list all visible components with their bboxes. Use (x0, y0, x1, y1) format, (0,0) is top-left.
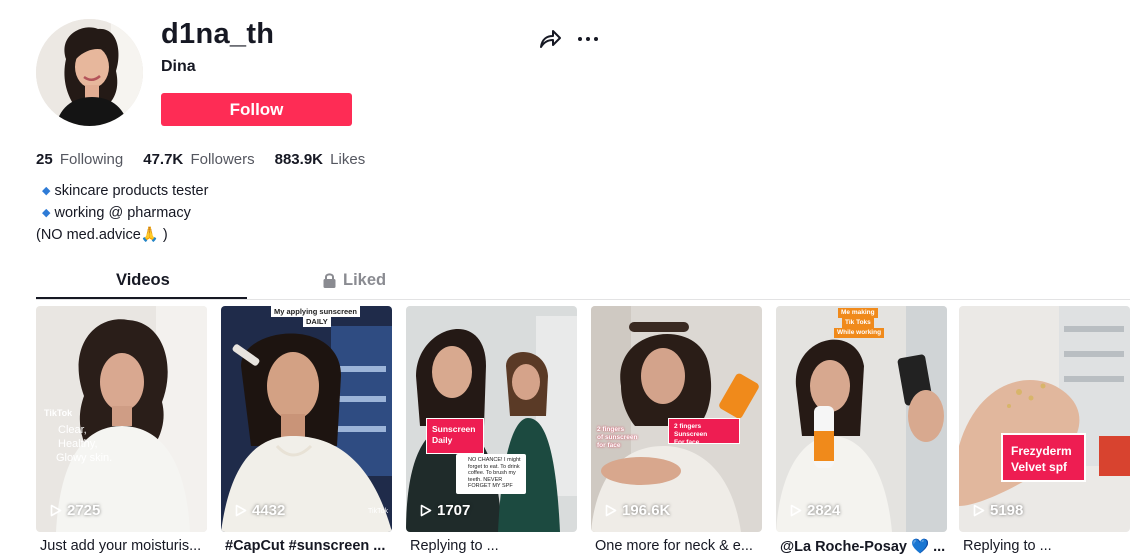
tiktok-watermark: TikTok (368, 508, 388, 515)
video-caption[interactable]: Replying to ... (410, 538, 581, 554)
overlay-label: DAILY (303, 316, 331, 327)
tiktok-watermark: TikTok (44, 408, 73, 418)
view-count: 2824 (790, 502, 840, 519)
play-icon (973, 504, 985, 517)
view-count-text: 1707 (437, 502, 471, 519)
overlay-text: Clear, (58, 424, 87, 436)
stat-followers[interactable]: 47.7K Followers (143, 151, 254, 168)
diamond-icon: ◆ (42, 207, 51, 219)
followers-label: Followers (190, 151, 255, 168)
bio: ◆ skincare products tester ◆ working @ pha… (36, 181, 208, 246)
bio-line-text: skincare products tester (54, 183, 209, 199)
overlay-box: Sunscreen Daily (426, 418, 484, 454)
overlay-box-text: 2 fingers Sunscreen (674, 423, 708, 438)
video-card[interactable]: 2 fingers of sunscreen for face 2 finger… (591, 306, 762, 532)
video-caption[interactable]: #CapCut #sunscreen ... (225, 538, 396, 554)
likes-label: Likes (330, 151, 366, 168)
comment-text: NO CHANCE! I might forget to eat. To dri… (468, 457, 521, 489)
video-caption[interactable]: @La Roche-Posay 💙 ... (780, 538, 951, 555)
overlay-text-line: of sunscreen (597, 434, 638, 441)
overlay-tag: Tik Toks (842, 318, 874, 328)
stat-likes: 883.9K Likes (275, 151, 366, 168)
video-card[interactable]: Sunscreen Daily NO CHANCE! I might forge… (406, 306, 577, 532)
tab-liked-label: Liked (343, 271, 387, 289)
play-icon (50, 504, 62, 517)
view-count-text: 4432 (252, 502, 286, 519)
avatar[interactable] (36, 19, 143, 126)
video-caption[interactable]: Replying to ... (963, 538, 1134, 554)
lock-icon (323, 273, 336, 288)
overlay-box: Frezyderm Velvet spf (1001, 433, 1086, 482)
view-count-text: 2725 (67, 502, 101, 519)
bio-line-text: working @ pharmacy (54, 205, 191, 221)
video-thumbnail (221, 306, 392, 532)
follow-button[interactable]: Follow (161, 93, 352, 126)
tab-active-indicator (36, 297, 247, 299)
video-card[interactable]: Frezyderm Velvet spf 5198 (959, 306, 1130, 532)
overlay-box-text: Sunscreen (432, 424, 476, 434)
bio-line: ◆ working @ pharmacy (36, 203, 208, 225)
overlay-box-text: Daily (432, 435, 453, 445)
play-icon (790, 504, 802, 517)
following-count: 25 (36, 151, 53, 168)
overlay-text: Glowy skin. (56, 452, 113, 464)
view-count: 1707 (420, 502, 470, 519)
video-card[interactable]: Me making Tik Toks While working 2824 (776, 306, 947, 532)
video-card[interactable]: TikTok Clear, Healthy, Glowy skin. 2725 (36, 306, 207, 532)
view-count-text: 196.6K (622, 502, 671, 519)
video-thumbnail (776, 306, 947, 532)
profile-tabs: Videos Liked (36, 262, 1130, 300)
following-label: Following (59, 151, 124, 168)
overlay-tag: While working (834, 328, 885, 338)
bio-line-text: (NO med.advice🙏 ) (36, 227, 168, 243)
display-name: Dina (161, 58, 196, 75)
overlay-text: 2 fingers of sunscreen for face (597, 426, 657, 450)
more-options-icon[interactable] (576, 29, 600, 49)
overlay-tag: Me making (838, 308, 878, 318)
play-icon (605, 504, 617, 517)
tab-liked[interactable]: Liked (323, 271, 386, 290)
stat-following[interactable]: 25 Following (36, 151, 123, 168)
overlay-box-text: Frezyderm (1011, 444, 1072, 458)
bio-line: (NO med.advice🙏 ) (36, 225, 208, 246)
play-icon (235, 504, 247, 517)
diamond-icon: ◆ (42, 185, 51, 197)
view-count: 196.6K (605, 502, 670, 519)
likes-count: 883.9K (274, 151, 323, 168)
overlay-box-text: Velvet spf (1011, 460, 1068, 474)
view-count: 4432 (235, 502, 285, 519)
share-icon[interactable] (538, 28, 562, 50)
play-icon (420, 504, 432, 517)
overlay-text: Healthy, (58, 438, 98, 450)
overlay-text-line: for face (597, 442, 621, 449)
view-count-text: 2824 (807, 502, 841, 519)
view-count: 2725 (50, 502, 100, 519)
overlay-box-text: For face (674, 439, 700, 446)
profile-stats: 25 Following 47.7K Followers 883.9K Like… (36, 151, 365, 168)
username: d1na_th (161, 18, 275, 50)
bio-line: ◆ skincare products tester (36, 181, 208, 203)
followers-count: 47.7K (143, 151, 184, 168)
video-caption[interactable]: Just add your moisturis... (40, 538, 211, 554)
overlay-text-line: 2 fingers (597, 426, 625, 433)
view-count-text: 5198 (990, 502, 1024, 519)
overlay-box: 2 fingers Sunscreen For face (668, 418, 740, 446)
video-card[interactable]: My applying sunscreen DAILY TikTok 4432 (221, 306, 392, 532)
comment-bubble: NO CHANCE! I might forget to eat. To dri… (456, 454, 526, 494)
video-caption[interactable]: One more for neck & e... (595, 538, 766, 554)
view-count: 5198 (973, 502, 1023, 519)
video-thumbnail (959, 306, 1130, 532)
tab-videos[interactable]: Videos (116, 271, 170, 290)
